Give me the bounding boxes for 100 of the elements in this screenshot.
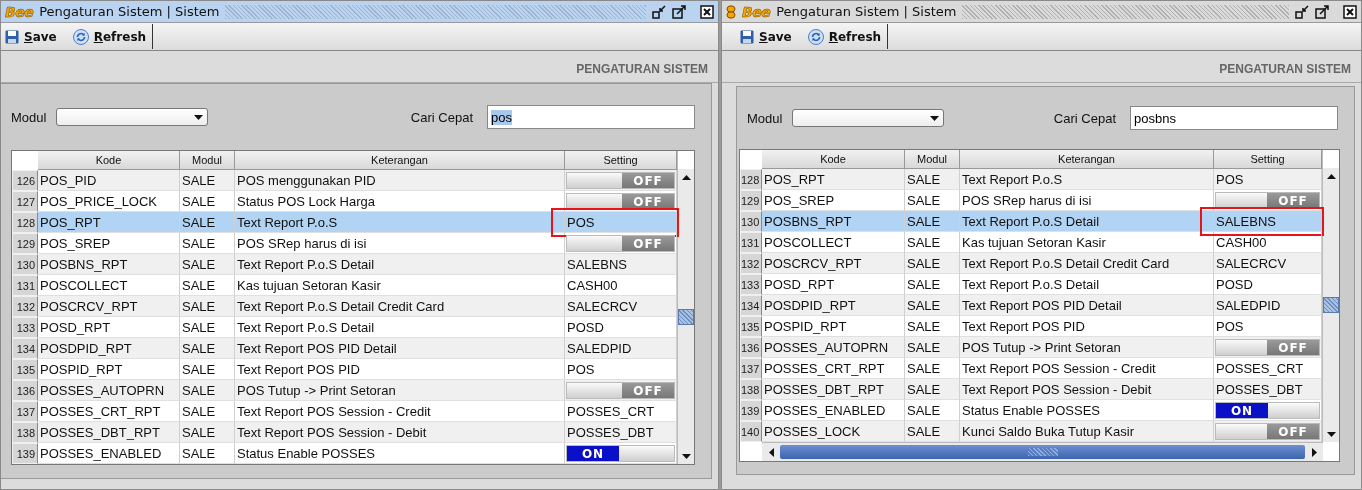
- table-cell: Text Report POS Session - Debit: [960, 379, 1214, 400]
- scroll-right-icon[interactable]: [1311, 447, 1317, 457]
- search-field[interactable]: posbns: [1130, 106, 1338, 130]
- table-cell: SALE: [905, 337, 960, 358]
- table-cell: SALE: [180, 254, 235, 275]
- table-cell: POSSES_ENABLED: [38, 443, 180, 464]
- scroll-down-icon[interactable]: [1326, 431, 1336, 437]
- row-number: 130: [740, 211, 762, 232]
- toggle-switch[interactable]: OFF: [1215, 339, 1320, 356]
- row-number: 126: [12, 170, 38, 191]
- toggle-switch[interactable]: ON: [566, 445, 675, 462]
- row-number: 129: [12, 233, 38, 254]
- table-cell: POSSES_AUTOPRN: [38, 380, 180, 401]
- table-cell: POSSES_DBT: [565, 422, 677, 443]
- modul-dropdown[interactable]: [792, 109, 945, 127]
- table-cell: SALE: [180, 380, 235, 401]
- toggle-switch[interactable]: ON: [1215, 402, 1320, 419]
- table-cell: Text Report P.o.S Detail: [235, 254, 565, 275]
- save-button[interactable]: Save: [3, 29, 59, 44]
- vertical-scrollbar[interactable]: [1322, 150, 1339, 442]
- scroll-left-icon[interactable]: [768, 447, 774, 457]
- search-field[interactable]: pos: [487, 105, 695, 129]
- toggle-switch[interactable]: OFF: [1215, 423, 1320, 440]
- scroll-up-icon[interactable]: [681, 174, 691, 180]
- row-number: 135: [740, 316, 762, 337]
- row-number: 137: [740, 358, 762, 379]
- table-cell: POSSES_AUTOPRN: [762, 337, 905, 358]
- search-label: Cari Cepat: [410, 109, 473, 125]
- row-number: 129: [740, 190, 762, 211]
- bee-icon: [726, 4, 736, 19]
- column-header[interactable]: Kode: [762, 150, 905, 169]
- table-cell: SALE: [905, 295, 960, 316]
- row-number: 133: [740, 274, 762, 295]
- save-button[interactable]: Save: [738, 29, 794, 44]
- table-cell: POSCRCV_RPT: [38, 296, 180, 317]
- scroll-down-icon[interactable]: [681, 453, 691, 459]
- table-cell: POS Tutup -> Print Setoran: [960, 337, 1214, 358]
- table-cell: POS_PID: [38, 170, 180, 191]
- column-header[interactable]: Keterangan: [960, 150, 1214, 169]
- table-cell: SALE: [180, 212, 235, 233]
- maximize-icon[interactable]: [672, 4, 686, 19]
- row-number: 134: [12, 338, 38, 359]
- scroll-thumb[interactable]: [1323, 297, 1339, 313]
- table-cell: SALE: [905, 169, 960, 190]
- app-logo: Bee: [742, 3, 771, 20]
- table-cell: POSSES_LOCK: [762, 421, 905, 442]
- column-header[interactable]: Setting: [565, 151, 677, 170]
- refresh-icon: [807, 28, 824, 45]
- vertical-scrollbar[interactable]: [677, 151, 694, 464]
- table-cell: POS_RPT: [38, 212, 180, 233]
- table-cell: Text Report P.o.S: [960, 169, 1214, 190]
- table-cell: POS: [1214, 169, 1322, 190]
- restore-icon[interactable]: [652, 4, 666, 19]
- row-number: 136: [740, 337, 762, 358]
- row-number: 127: [12, 191, 38, 212]
- row-number: 131: [740, 232, 762, 253]
- table-cell: SALEDPID: [1214, 295, 1322, 316]
- column-header[interactable]: Setting: [1214, 150, 1322, 169]
- table-cell: Text Report P.o.S: [235, 212, 565, 233]
- search-label: Cari Cepat: [1053, 110, 1116, 126]
- table-cell: SALE: [905, 421, 960, 442]
- table-cell: POSSES_DBT_RPT: [762, 379, 905, 400]
- horizontal-scrollbar[interactable]: [762, 442, 1323, 461]
- refresh-icon: [72, 28, 89, 45]
- scroll-up-icon[interactable]: [1326, 173, 1336, 179]
- table-cell: SALE: [180, 338, 235, 359]
- table-cell: SALE: [905, 379, 960, 400]
- table-cell: SALE: [905, 211, 960, 232]
- table-cell: POSSES_DBT_RPT: [38, 422, 180, 443]
- row-number: 136: [12, 380, 38, 401]
- table-cell: POSBNS_RPT: [38, 254, 180, 275]
- column-header[interactable]: Modul: [180, 151, 235, 170]
- window-title: Pengaturan Sistem | Sistem: [39, 4, 220, 19]
- row-number: 128: [740, 169, 762, 190]
- toggle-switch[interactable]: OFF: [566, 235, 675, 252]
- row-number: 140: [740, 421, 762, 442]
- refresh-button[interactable]: Refresh: [805, 28, 884, 45]
- table-cell: Text Report POS Session - Debit: [235, 422, 565, 443]
- column-header[interactable]: Kode: [38, 151, 180, 170]
- scroll-thumb[interactable]: [678, 308, 694, 325]
- column-header[interactable]: Keterangan: [235, 151, 565, 170]
- table-cell: SALE: [180, 296, 235, 317]
- toggle-switch[interactable]: OFF: [566, 382, 675, 399]
- table-cell: POSDPID_RPT: [762, 295, 905, 316]
- modul-dropdown[interactable]: [56, 108, 209, 126]
- table-cell: Text Report POS PID Detail: [235, 338, 565, 359]
- table-cell: SALEDPID: [565, 338, 677, 359]
- table-cell: Text Report POS PID Detail: [960, 295, 1214, 316]
- dropdown-arrow-icon: [930, 115, 940, 121]
- refresh-button[interactable]: Refresh: [70, 28, 149, 45]
- row-number: 128: [12, 212, 38, 233]
- table-cell: SALE: [180, 170, 235, 191]
- section-heading: PENGATURAN SISTEM: [576, 62, 708, 76]
- close-icon[interactable]: [700, 4, 714, 19]
- scroll-thumb[interactable]: [1027, 448, 1058, 456]
- table-cell: SALE: [180, 422, 235, 443]
- row-number: 138: [740, 379, 762, 400]
- column-header[interactable]: Modul: [905, 150, 960, 169]
- row-number: 132: [12, 296, 38, 317]
- toggle-switch[interactable]: OFF: [566, 172, 675, 189]
